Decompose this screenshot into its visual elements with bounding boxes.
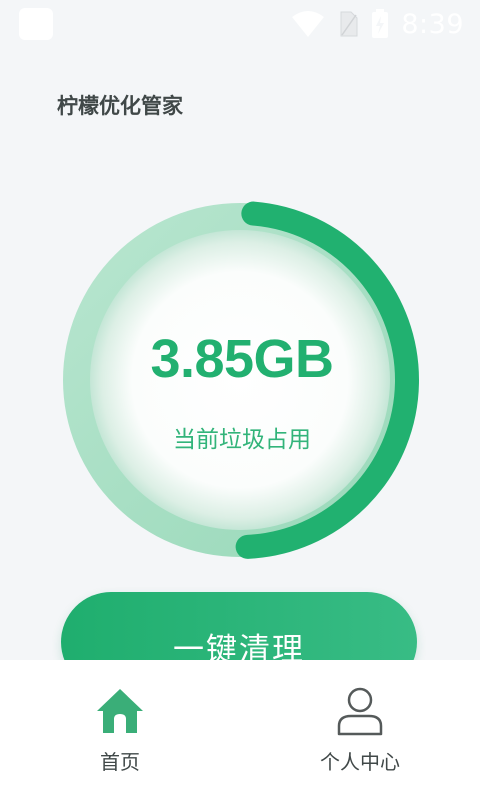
app-title: 柠檬优化管家 [57, 94, 183, 118]
home-icon [97, 689, 143, 733]
nav-item-profile[interactable]: 个人中心 [240, 660, 480, 800]
app-notification-icon [19, 8, 53, 40]
wifi-icon [292, 11, 325, 37]
status-bar: 8:39 [0, 0, 480, 48]
status-time: 8:39 [401, 8, 464, 40]
nav-item-home[interactable]: 首页 [0, 660, 240, 800]
storage-gauge: 3.85GB 当前垃圾占用 [60, 198, 424, 562]
storage-value: 3.85GB [150, 329, 334, 389]
nav-label-profile: 个人中心 [320, 750, 400, 774]
bottom-nav: 首页 个人中心 [0, 660, 480, 800]
person-icon [337, 687, 383, 736]
nav-label-home: 首页 [100, 750, 140, 774]
battery-charging-icon [372, 9, 389, 38]
storage-caption: 当前垃圾占用 [173, 427, 311, 453]
status-icons: 8:39 [291, 6, 464, 42]
sim-card-icon [340, 11, 358, 37]
